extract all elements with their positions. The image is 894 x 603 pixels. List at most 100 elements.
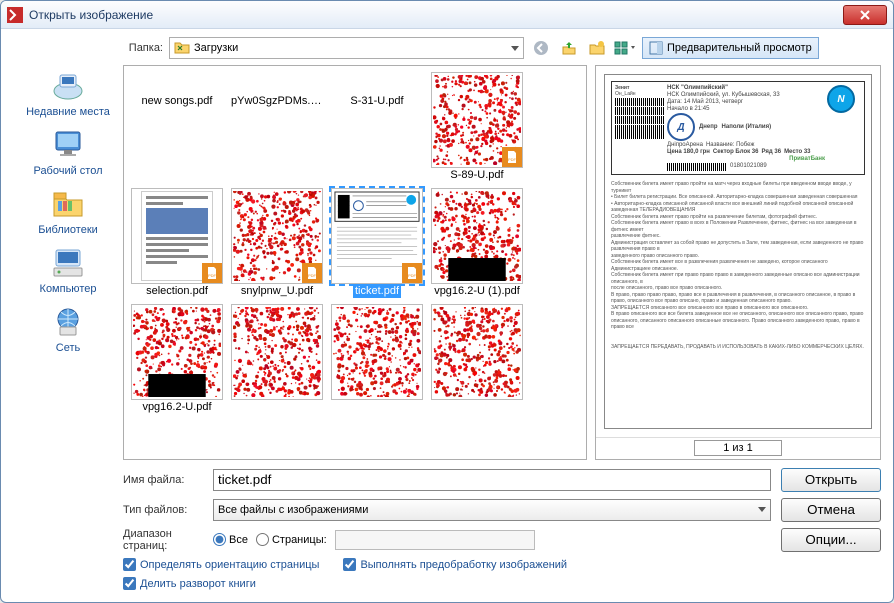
file-item[interactable]: PDF ticket.pdf: [328, 188, 426, 298]
place-network[interactable]: Сеть: [13, 305, 123, 354]
file-thumbnail: [231, 304, 323, 400]
place-libraries[interactable]: Библиотеки: [13, 187, 123, 236]
place-label: Компьютер: [40, 283, 97, 295]
preprocess-checkbox[interactable]: Выполнять предобработку изображений: [343, 558, 567, 571]
file-name: snylpnw_U.pdf: [239, 284, 315, 298]
app-icon: [7, 7, 23, 23]
preview-pager: 1 из 1: [596, 437, 880, 459]
places-bar: Недавние места Рабочий стол Библиотеки Комп…: [13, 65, 123, 460]
file-name: new songs.pdf: [140, 94, 215, 108]
window-title: Открыть изображение: [29, 8, 843, 22]
preview-page: ЗенитОн_Lайн НСК "Олимпийский" НСК Олимп…: [604, 74, 872, 429]
filetype-select[interactable]: Все файлы с изображениями: [213, 499, 771, 521]
file-item[interactable]: new songs.pdf: [128, 72, 226, 182]
pages-label: Диапазон страниц:: [123, 528, 203, 552]
up-icon: [561, 40, 577, 56]
preview-toggle-label: Предварительный просмотр: [667, 42, 812, 54]
desktop-icon: [50, 128, 86, 163]
file-thumbnail: [431, 304, 523, 400]
place-computer[interactable]: Компьютер: [13, 246, 123, 295]
back-icon: [533, 40, 549, 56]
split-spread-checkbox[interactable]: Делить разворот книги: [123, 577, 256, 590]
pages-range-input[interactable]: [335, 530, 535, 550]
preview-toggle[interactable]: Предварительный просмотр: [642, 37, 819, 59]
pdf-badge-icon: PDF: [202, 263, 222, 283]
pages-range-radio[interactable]: Страницы:: [256, 533, 327, 546]
place-recent[interactable]: Недавние места: [13, 69, 123, 118]
cancel-button[interactable]: Отмена: [781, 498, 881, 522]
place-label: Недавние места: [26, 106, 110, 118]
preview-pane: ЗенитОн_Lайн НСК "Олимпийский" НСК Олимп…: [595, 65, 881, 460]
file-list[interactable]: new songs.pdf pYw0SgzPDMs.jpg S-31-U.pdf PD…: [123, 65, 587, 460]
file-thumbnail: PDF: [231, 188, 323, 284]
pdf-badge-icon: PDF: [502, 147, 522, 167]
folder-dropdown[interactable]: Загрузки: [169, 37, 524, 59]
libraries-icon: [50, 187, 86, 222]
folder-label: Папка:: [113, 42, 163, 54]
home-logo: Д: [667, 113, 695, 141]
place-label: Библиотеки: [38, 224, 98, 236]
file-item[interactable]: [228, 304, 326, 414]
file-name: ticket.pdf: [353, 284, 401, 298]
file-name: pYw0SgzPDMs.jpg: [229, 94, 325, 108]
filename-input[interactable]: [213, 469, 771, 491]
pages-all-radio[interactable]: Все: [213, 533, 248, 546]
recent-icon: [50, 69, 86, 104]
file-name: [475, 400, 479, 402]
page-indicator: 1 из 1: [694, 440, 782, 456]
file-item[interactable]: [428, 304, 526, 414]
close-icon: [859, 10, 871, 20]
view-menu-button[interactable]: [614, 37, 636, 59]
close-button[interactable]: [843, 5, 887, 25]
up-button[interactable]: [558, 37, 580, 59]
computer-icon: [50, 246, 86, 281]
pdf-badge-icon: PDF: [402, 263, 422, 283]
place-label: Рабочий стол: [33, 165, 102, 177]
file-item[interactable]: PDF selection.pdf: [128, 188, 226, 298]
network-icon: [50, 305, 86, 340]
place-label: Сеть: [56, 342, 80, 354]
folder-icon: [174, 40, 190, 57]
filename-label: Имя файла:: [123, 474, 203, 486]
svg-text:PDF: PDF: [208, 273, 217, 278]
open-button[interactable]: Открыть: [781, 468, 881, 492]
file-name: selection.pdf: [144, 284, 210, 298]
file-item[interactable]: PDF snylpnw_U.pdf: [228, 188, 326, 298]
folder-name: Загрузки: [194, 42, 238, 54]
file-item[interactable]: vpg16.2-U (1).pdf: [428, 188, 526, 298]
new-folder-icon: [589, 40, 605, 56]
folder-toolbar: Папка: Загрузки Предварительный просмотр: [113, 37, 881, 59]
file-name: S-89-U.pdf: [448, 168, 505, 182]
pdf-badge-icon: PDF: [302, 263, 322, 283]
file-item[interactable]: S-31-U.pdf: [328, 72, 426, 182]
filetype-label: Тип файлов:: [123, 504, 203, 516]
open-image-dialog: Открыть изображение Папка: Загрузки Пред…: [0, 0, 894, 603]
orientation-checkbox[interactable]: Определять ориентацию страницы: [123, 558, 319, 571]
titlebar: Открыть изображение: [1, 1, 893, 29]
back-button[interactable]: [530, 37, 552, 59]
file-thumbnail: PDF: [431, 72, 523, 168]
place-desktop[interactable]: Рабочий стол: [13, 128, 123, 177]
file-name: [275, 400, 279, 402]
file-item[interactable]: pYw0SgzPDMs.jpg: [228, 72, 326, 182]
file-thumbnail: [331, 304, 423, 400]
file-thumbnail: PDF: [131, 188, 223, 284]
options-button[interactable]: Опции...: [781, 528, 881, 552]
file-name: S-31-U.pdf: [348, 94, 405, 108]
file-name: [375, 400, 379, 402]
file-name: vpg16.2-U (1).pdf: [432, 284, 522, 298]
file-item[interactable]: PDF S-89-U.pdf: [428, 72, 526, 182]
ticket-terms: Собственник билета имеет право пройти на…: [611, 181, 865, 350]
file-item[interactable]: vpg16.2-U.pdf: [128, 304, 226, 414]
file-thumbnail: [431, 188, 523, 284]
page-range-group: Все Страницы:: [213, 530, 771, 550]
new-folder-button[interactable]: [586, 37, 608, 59]
ticket-venue: НСК "Олимпийский": [667, 85, 825, 91]
svg-text:PDF: PDF: [408, 273, 417, 278]
svg-text:PDF: PDF: [508, 157, 517, 162]
chevron-down-icon: [511, 46, 519, 51]
file-item[interactable]: [328, 304, 426, 414]
away-logo: N: [827, 85, 855, 113]
file-thumbnail: [131, 304, 223, 400]
svg-text:PDF: PDF: [308, 273, 317, 278]
